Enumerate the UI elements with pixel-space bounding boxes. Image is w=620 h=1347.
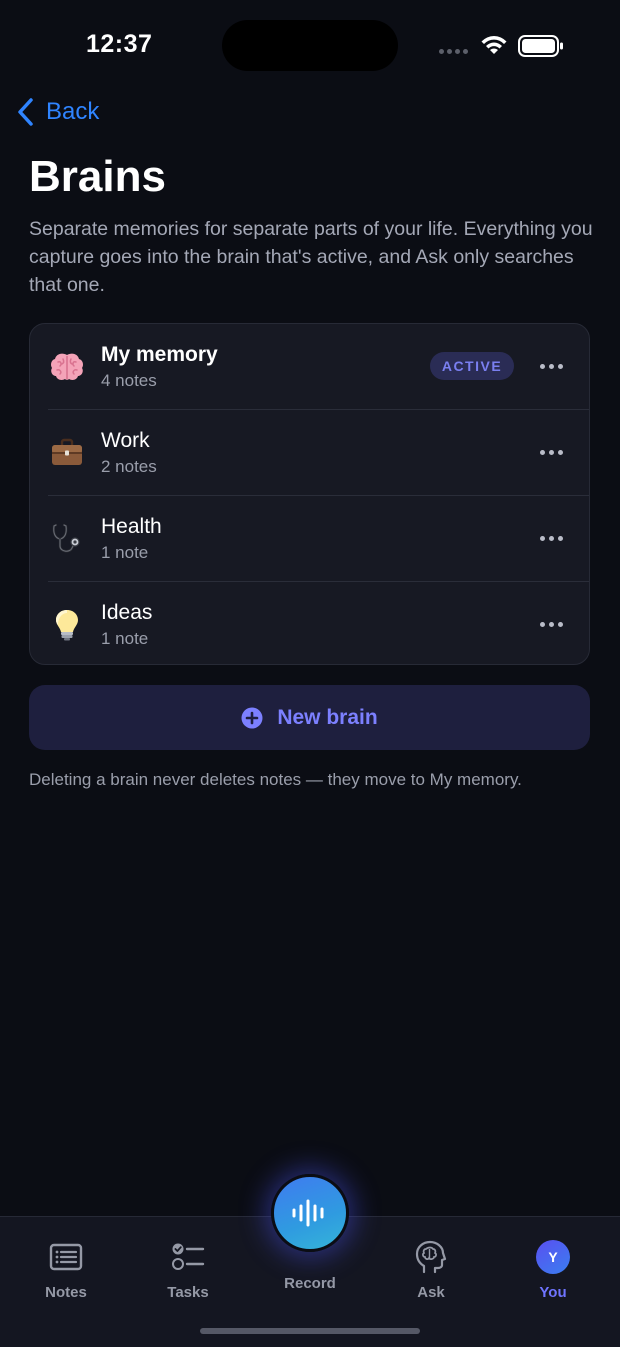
battery-icon [518, 35, 563, 57]
new-brain-label: New brain [277, 705, 378, 729]
brain-head-icon [413, 1239, 449, 1275]
brain-row-health[interactable]: Health 1 note [30, 496, 589, 582]
new-brain-button[interactable]: New brain [29, 685, 590, 750]
active-badge: ACTIVE [430, 352, 514, 380]
home-indicator [200, 1328, 420, 1334]
more-options-button[interactable] [535, 524, 567, 552]
more-dots-icon [539, 621, 545, 627]
waveform-icon [292, 1199, 324, 1227]
brain-row-work[interactable]: Work 2 notes [30, 410, 589, 496]
tab-label: Record [284, 1275, 336, 1292]
brain-note-count: 1 note [101, 629, 149, 648]
light-bulb-icon [48, 606, 86, 644]
brain-name: Work [101, 429, 150, 452]
more-options-button[interactable] [535, 610, 567, 638]
brain-row-my-memory[interactable]: My memory 4 notes ACTIVE [30, 324, 589, 410]
more-dots-icon [539, 363, 545, 369]
tab-label: You [539, 1284, 567, 1301]
back-label: Back [46, 98, 100, 125]
back-button[interactable]: Back [16, 92, 99, 132]
tab-label: Notes [45, 1284, 87, 1301]
tab-notes[interactable]: Notes [16, 1239, 116, 1311]
page-description: Separate memories for separate parts of … [29, 218, 593, 296]
brain-list: My memory 4 notes ACTIVE Work 2 notes He… [29, 323, 590, 665]
more-dots-icon [539, 535, 545, 541]
tab-record[interactable]: Record [260, 1275, 360, 1311]
wifi-icon [481, 36, 507, 54]
record-button[interactable] [271, 1174, 349, 1252]
brain-note-count: 1 note [101, 543, 149, 562]
tab-label: Ask [417, 1284, 445, 1301]
brain-row-ideas[interactable]: Ideas 1 note [30, 582, 589, 664]
more-options-button[interactable] [535, 352, 567, 380]
chevron-left-icon [18, 98, 33, 126]
plus-circle-icon [241, 707, 263, 728]
brain-name: Ideas [101, 601, 153, 624]
notes-icon [48, 1239, 84, 1275]
delete-info-note: Deleting a brain never deletes notes — t… [29, 770, 522, 789]
dynamic-island [222, 20, 398, 71]
brain-name: Health [101, 515, 162, 538]
briefcase-icon [48, 434, 86, 472]
status-time: 12:37 [86, 30, 153, 58]
tab-you[interactable]: Y You [503, 1239, 603, 1311]
more-dots-icon [539, 449, 545, 455]
cellular-signal-icon [439, 49, 468, 54]
brain-emoji-icon [48, 348, 86, 386]
tab-label: Tasks [167, 1284, 209, 1301]
stethoscope-icon [48, 520, 86, 558]
more-options-button[interactable] [535, 438, 567, 466]
tab-ask[interactable]: Ask [381, 1239, 481, 1311]
tab-tasks[interactable]: Tasks [138, 1239, 238, 1311]
brain-note-count: 4 notes [101, 371, 157, 390]
avatar-initial: Y [536, 1240, 570, 1274]
page-title: Brains [29, 152, 166, 201]
avatar: Y [535, 1239, 571, 1275]
tasks-icon [170, 1239, 206, 1275]
status-bar: 12:37 [0, 0, 620, 92]
brain-name: My memory [101, 343, 218, 366]
brain-note-count: 2 notes [101, 457, 157, 476]
